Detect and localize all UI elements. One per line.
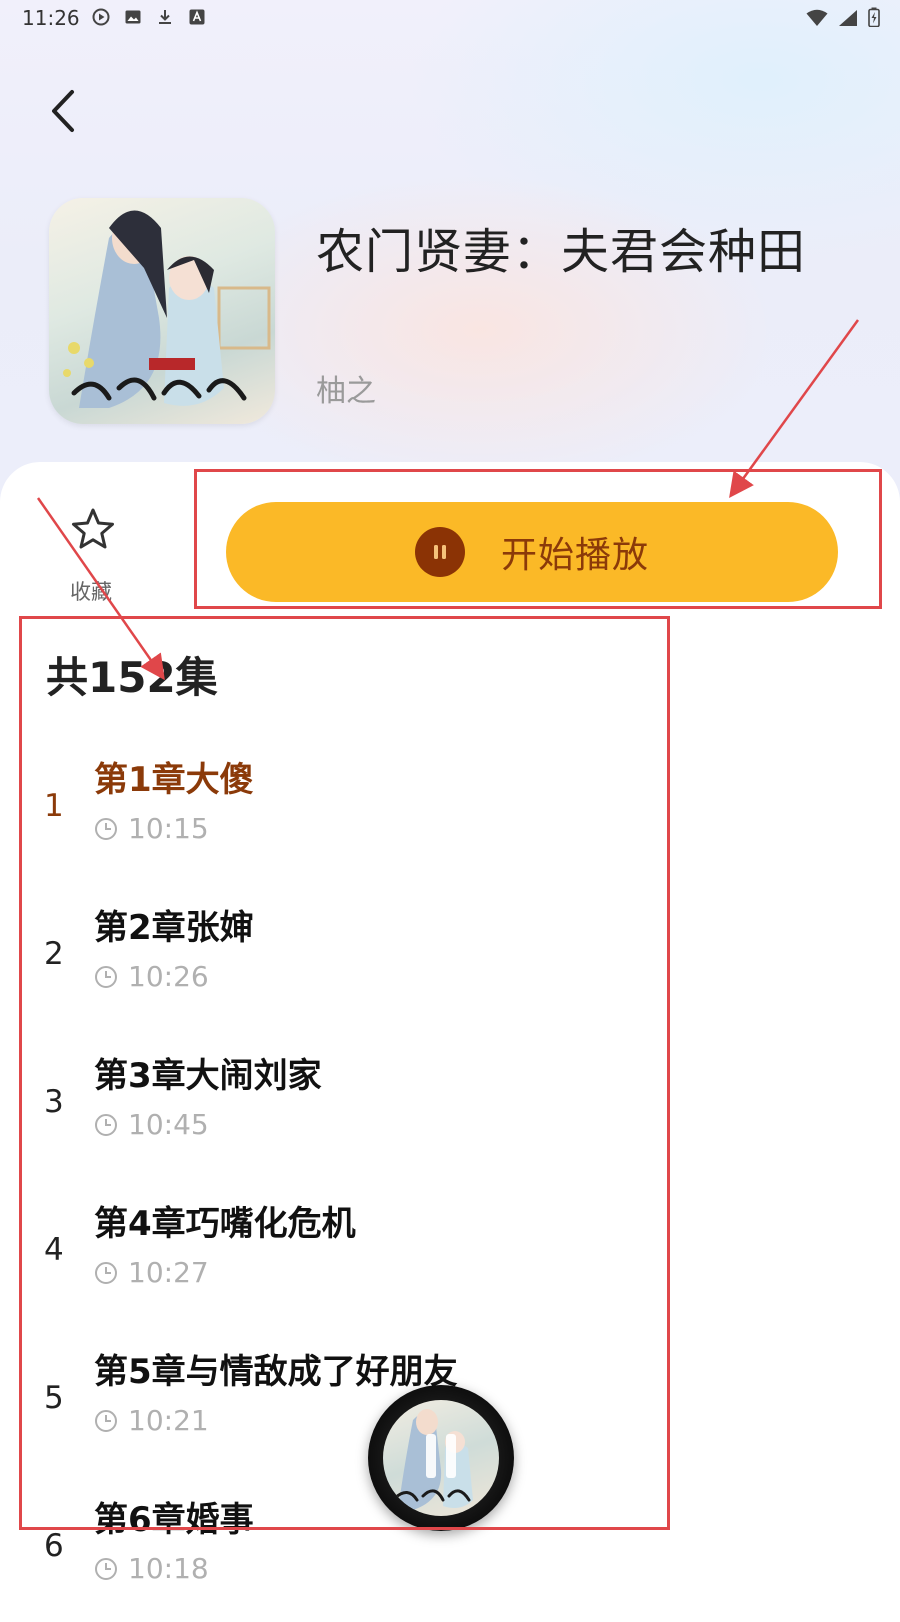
- notification-icons: [92, 8, 206, 26]
- episode-number: 2: [44, 936, 64, 972]
- episode-duration: 10:27: [94, 1256, 209, 1289]
- episode-duration-text: 10:26: [128, 960, 209, 993]
- list-item[interactable]: 1 第1章大傻 10:15: [0, 734, 700, 882]
- episode-duration-text: 10:15: [128, 812, 209, 845]
- episode-duration: 10:21: [94, 1404, 209, 1437]
- favorite-label: 收藏: [70, 580, 112, 604]
- episode-number: 1: [44, 788, 64, 824]
- download-notification-icon: [156, 8, 174, 26]
- status-bar: 11:26: [0, 0, 900, 36]
- clock-icon: [95, 1409, 117, 1432]
- episode-number: 6: [44, 1528, 64, 1564]
- clock-icon: [95, 1557, 117, 1580]
- star-icon: [72, 508, 114, 549]
- episode-number: 5: [44, 1380, 64, 1416]
- start-play-label: 开始播放: [500, 535, 649, 576]
- episode-number: 3: [44, 1084, 64, 1120]
- episode-count: 共152集: [46, 653, 218, 702]
- list-item[interactable]: 3 第3章大闹刘家 10:45: [0, 1030, 700, 1178]
- chevron-left-icon: [52, 90, 74, 132]
- episode-duration-text: 10:27: [128, 1256, 209, 1289]
- clock-icon: [95, 965, 117, 988]
- episode-title: 第4章巧嘴化危机: [94, 1204, 356, 1244]
- favorite-button[interactable]: [58, 506, 128, 558]
- font-notification-icon: [188, 8, 206, 26]
- start-play-button[interactable]: 开始播放: [226, 502, 838, 602]
- signal-icon: [838, 8, 858, 32]
- mini-player[interactable]: [368, 1385, 514, 1531]
- episode-title: 第5章与情敌成了好朋友: [94, 1352, 458, 1392]
- pause-icon: [414, 527, 465, 577]
- image-notification-icon: [124, 8, 142, 26]
- list-item[interactable]: 4 第4章巧嘴化危机 10:27: [0, 1178, 700, 1326]
- play-notification-icon: [92, 8, 110, 26]
- episode-duration-text: 10:18: [128, 1552, 209, 1585]
- episode-duration: 10:45: [94, 1108, 209, 1141]
- episode-title: 第6章婚事: [94, 1500, 254, 1540]
- episode-duration-text: 10:21: [128, 1404, 209, 1437]
- status-time: 11:26: [22, 6, 80, 30]
- wifi-icon: [806, 8, 828, 32]
- clock-icon: [95, 1113, 117, 1136]
- book-author: 柚之: [316, 374, 376, 409]
- list-item[interactable]: 2 第2章张婶 10:26: [0, 882, 700, 1030]
- episode-duration: 10:15: [94, 812, 209, 845]
- episode-duration: 10:18: [94, 1552, 209, 1585]
- episode-title: 第2章张婶: [94, 908, 254, 948]
- pause-icon: [426, 1434, 456, 1478]
- clock-icon: [95, 817, 117, 840]
- episode-title: 第1章大傻: [94, 760, 254, 800]
- battery-icon: [868, 7, 880, 32]
- list-item[interactable]: 5 第5章与情敌成了好朋友 10:21: [0, 1326, 700, 1474]
- episode-number: 4: [44, 1232, 64, 1268]
- system-icons: [806, 7, 880, 32]
- episode-duration: 10:26: [94, 960, 209, 993]
- episode-duration-text: 10:45: [128, 1108, 209, 1141]
- episode-title: 第3章大闹刘家: [94, 1056, 322, 1096]
- book-title: 农门贤妻：夫君会种田: [316, 224, 807, 280]
- back-button[interactable]: [40, 86, 90, 136]
- clock-icon: [95, 1261, 117, 1284]
- book-cover: [49, 198, 275, 424]
